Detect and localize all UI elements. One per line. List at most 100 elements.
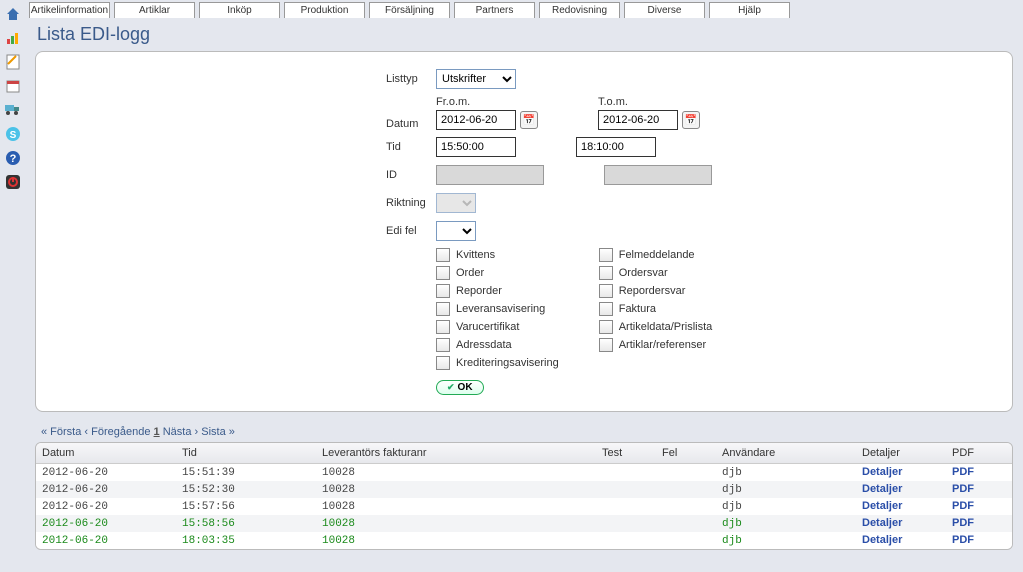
cell-detaljer-link[interactable]: Detaljer [862, 483, 902, 495]
menu-försäljning[interactable]: Försäljning [369, 2, 450, 18]
calendar-icon[interactable] [4, 77, 22, 95]
check-artikeldata-prislista[interactable]: Artikeldata/Prislista [599, 320, 713, 334]
cell-test [596, 464, 656, 482]
checkbox-icon [599, 320, 613, 334]
cell-fel [656, 464, 716, 482]
check-faktura[interactable]: Faktura [599, 302, 713, 316]
cell-fel [656, 515, 716, 532]
menu-artikelinformation[interactable]: Artikelinformation [29, 2, 110, 18]
truck-icon[interactable] [4, 101, 22, 119]
svg-text:?: ? [9, 153, 16, 165]
check-leveransavisering[interactable]: Leveransavisering [436, 302, 559, 316]
chart-icon[interactable] [4, 29, 22, 47]
help-icon[interactable]: ? [4, 149, 22, 167]
cell-pdf-link[interactable]: PDF [952, 483, 974, 495]
cell-fakturanr: 10028 [316, 532, 596, 549]
cell-pdf-link[interactable]: PDF [952, 500, 974, 512]
check-krediteringsavisering[interactable]: Krediteringsavisering [436, 356, 559, 370]
menu-redovisning[interactable]: Redovisning [539, 2, 620, 18]
id-label: ID [386, 169, 436, 181]
col-test: Test [596, 443, 656, 464]
pager-current: 1 [154, 426, 160, 438]
cell-fakturanr: 10028 [316, 481, 596, 498]
listtyp-select[interactable]: Utskrifter [436, 69, 516, 89]
cell-tid: 15:52:30 [176, 481, 316, 498]
cell-test [596, 515, 656, 532]
cell-pdf: PDF [946, 481, 1012, 498]
checkbox-icon [599, 302, 613, 316]
cell-test [596, 481, 656, 498]
check-varucertifikat[interactable]: Varucertifikat [436, 320, 559, 334]
home-icon[interactable] [4, 5, 22, 23]
check-ordersvar[interactable]: Ordersvar [599, 266, 713, 280]
power-icon[interactable] [4, 173, 22, 191]
check-order[interactable]: Order [436, 266, 559, 280]
menu-produktion[interactable]: Produktion [284, 2, 365, 18]
id-to-input [604, 165, 712, 185]
pager: « Första ‹ Föregående 1 Nästa › Sista » [35, 422, 1013, 442]
calendar-from-icon[interactable]: 📅 [520, 111, 538, 129]
checkbox-icon [599, 338, 613, 352]
pager-last[interactable]: Sista » [201, 426, 235, 438]
id-from-input [436, 165, 544, 185]
checkbox-icon [599, 266, 613, 280]
cell-pdf-link[interactable]: PDF [952, 534, 974, 546]
menu-inköp[interactable]: Inköp [199, 2, 280, 18]
sidebar: S ? [0, 0, 25, 572]
skype-icon[interactable]: S [4, 125, 22, 143]
cell-pdf-link[interactable]: PDF [952, 517, 974, 529]
datum-label: Datum [386, 118, 436, 130]
cell-tid: 15:57:56 [176, 498, 316, 515]
check-adressdata[interactable]: Adressdata [436, 338, 559, 352]
date-from-input[interactable] [436, 110, 516, 130]
cell-anvandare: djb [716, 515, 856, 532]
riktning-label: Riktning [386, 197, 436, 209]
check-reporder[interactable]: Reporder [436, 284, 559, 298]
cell-datum: 2012-06-20 [36, 498, 176, 515]
cell-anvandare: djb [716, 498, 856, 515]
cell-tid: 15:58:56 [176, 515, 316, 532]
ok-button[interactable]: OK [436, 380, 484, 395]
checkbox-icon [599, 284, 613, 298]
table-row: 2012-06-2015:51:3910028djbDetaljerPDF [36, 464, 1012, 482]
tid-label: Tid [386, 141, 436, 153]
edifel-label: Edi fel [386, 225, 436, 237]
cell-detaljer-link[interactable]: Detaljer [862, 517, 902, 529]
pager-prev[interactable]: ‹ Föregående [84, 426, 150, 438]
cell-detaljer-link[interactable]: Detaljer [862, 466, 902, 478]
checkbox-icon [436, 284, 450, 298]
note-icon[interactable] [4, 53, 22, 71]
cell-fel [656, 481, 716, 498]
cell-detaljer: Detaljer [856, 481, 946, 498]
to-caption: T.o.m. [598, 96, 700, 108]
cell-anvandare: djb [716, 464, 856, 482]
pager-first[interactable]: « Första [41, 426, 81, 438]
menu-diverse[interactable]: Diverse [624, 2, 705, 18]
time-from-input[interactable] [436, 137, 516, 157]
check-kvittens[interactable]: Kvittens [436, 248, 559, 262]
edifel-select[interactable] [436, 221, 476, 241]
col-pdf: PDF [946, 443, 1012, 464]
table-row: 2012-06-2018:03:3510028djbDetaljerPDF [36, 532, 1012, 549]
cell-detaljer: Detaljer [856, 515, 946, 532]
cell-detaljer-link[interactable]: Detaljer [862, 534, 902, 546]
menu-artiklar[interactable]: Artiklar [114, 2, 195, 18]
check-repordersvar[interactable]: Repordersvar [599, 284, 713, 298]
cell-datum: 2012-06-20 [36, 464, 176, 482]
table-row: 2012-06-2015:57:5610028djbDetaljerPDF [36, 498, 1012, 515]
filter-form: Listtyp Utskrifter Datum Fr.o.m. 📅 [35, 51, 1013, 412]
pager-next[interactable]: Nästa › [163, 426, 198, 438]
check-artiklar-referenser[interactable]: Artiklar/referenser [599, 338, 713, 352]
calendar-to-icon[interactable]: 📅 [682, 111, 700, 129]
time-to-input[interactable] [576, 137, 656, 157]
menu-partners[interactable]: Partners [454, 2, 535, 18]
cell-fel [656, 532, 716, 549]
checkbox-icon [436, 356, 450, 370]
cell-detaljer-link[interactable]: Detaljer [862, 500, 902, 512]
check-felmeddelande[interactable]: Felmeddelande [599, 248, 713, 262]
date-to-input[interactable] [598, 110, 678, 130]
cell-pdf-link[interactable]: PDF [952, 466, 974, 478]
menu-hjälp[interactable]: Hjälp [709, 2, 790, 18]
checkbox-icon [436, 338, 450, 352]
cell-fakturanr: 10028 [316, 515, 596, 532]
